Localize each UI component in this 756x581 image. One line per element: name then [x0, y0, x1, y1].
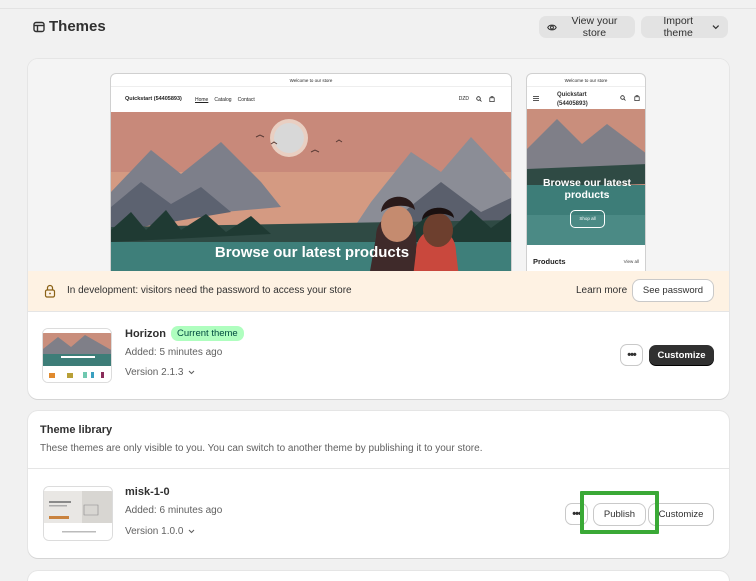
page-title-text: Themes: [49, 18, 106, 35]
mobile-nav: Quickstart (54405893): [527, 87, 645, 109]
see-password-button[interactable]: See password: [633, 280, 713, 301]
horizon-thumbnail-art: [43, 329, 111, 382]
theme-library-card: Theme library These themes are only visi…: [28, 411, 729, 558]
theme-library-title: Theme library: [40, 424, 113, 436]
mobile-view-all: View all: [623, 259, 639, 264]
current-theme-version[interactable]: Version 2.1.3: [125, 367, 195, 378]
more-horizontal-icon: •••: [627, 349, 637, 361]
mobile-announcement-bar: Welcome to our store: [527, 74, 645, 87]
chevron-down-icon: [188, 370, 195, 375]
dev-password-banner: In development: visitors need the passwo…: [28, 271, 729, 311]
mobile-hero-button: Shop all: [570, 210, 605, 228]
misk-thumbnail-art: [44, 487, 112, 540]
import-theme-label: Import theme: [663, 15, 694, 39]
library-theme-version[interactable]: Version 1.0.0: [125, 526, 195, 537]
mobile-brand: Quickstart (54405893): [557, 92, 588, 107]
hero-illustration: Browse our latest products: [111, 112, 511, 271]
preview-nav-home: Home: [195, 97, 209, 103]
preview-nav-contact: Contact: [237, 97, 255, 103]
chevron-down-icon: [188, 529, 195, 534]
hero-title: Browse our latest products: [214, 244, 410, 261]
mobile-hero: Browse our latest products Shop all: [527, 109, 645, 245]
preview-currency: DZD: [458, 96, 469, 102]
search-icon: [476, 96, 482, 102]
mobile-preview: Welcome to our store Quickstart (5440589…: [526, 73, 646, 271]
library-theme-name: misk-1-0: [125, 486, 170, 498]
current-theme-added: Added: 5 minutes ago: [125, 347, 223, 358]
preview-nav-links: Home Catalog Contact: [195, 97, 255, 103]
theme-library-description: These themes are only visible to you. Yo…: [40, 443, 483, 454]
next-card: [28, 571, 729, 581]
learn-more-link[interactable]: Learn more: [576, 285, 627, 296]
cart-icon: [489, 96, 495, 102]
theme-preview[interactable]: Welcome to our store Quickstart (5440589…: [28, 59, 729, 271]
mobile-products-title: Products: [533, 257, 566, 266]
menu-icon: [533, 96, 539, 101]
publish-highlight: [580, 491, 659, 534]
current-theme-version-text: Version 2.1.3: [125, 367, 184, 378]
page-title: Themes: [33, 18, 106, 35]
banner-text: In development: visitors need the passwo…: [67, 285, 352, 296]
library-theme-version-text: Version 1.0.0: [125, 526, 184, 537]
current-theme-card: Welcome to our store Quickstart (5440589…: [28, 59, 729, 399]
mobile-hero-title: Browse our latest products: [542, 177, 632, 201]
preview-nav: Quickstart (54405893) Home Catalog Conta…: [111, 87, 511, 112]
current-theme-customize-button[interactable]: Customize: [649, 345, 714, 365]
preview-nav-right: DZD: [459, 96, 495, 102]
mobile-search-icon: [620, 95, 626, 101]
current-theme-badge: Current theme: [171, 326, 244, 341]
chevron-down-icon: [712, 25, 720, 30]
current-theme-row: Horizon Current theme Added: 5 minutes a…: [28, 311, 729, 399]
import-theme-button[interactable]: Import theme: [641, 15, 728, 39]
desktop-preview: Welcome to our store Quickstart (5440589…: [110, 73, 512, 271]
lock-icon: [44, 284, 56, 298]
mobile-cart-icon: [634, 95, 640, 101]
current-theme-name: Horizon: [125, 328, 166, 340]
misk-thumbnail[interactable]: [43, 486, 113, 541]
theme-icon: [33, 21, 45, 32]
top-divider: [0, 0, 756, 9]
horizon-thumbnail[interactable]: [42, 328, 112, 383]
view-store-button[interactable]: View your store: [539, 15, 635, 39]
library-theme-added: Added: 6 minutes ago: [125, 505, 223, 516]
eye-icon: [547, 24, 557, 30]
announcement-bar: Welcome to our store: [111, 74, 511, 87]
page-header: Themes View your store Import theme: [33, 15, 729, 40]
current-theme-more-button[interactable]: •••: [621, 345, 642, 365]
view-store-label: View your store: [571, 15, 618, 39]
preview-brand: Quickstart (54405893): [125, 96, 182, 102]
preview-nav-catalog: Catalog: [214, 97, 232, 103]
